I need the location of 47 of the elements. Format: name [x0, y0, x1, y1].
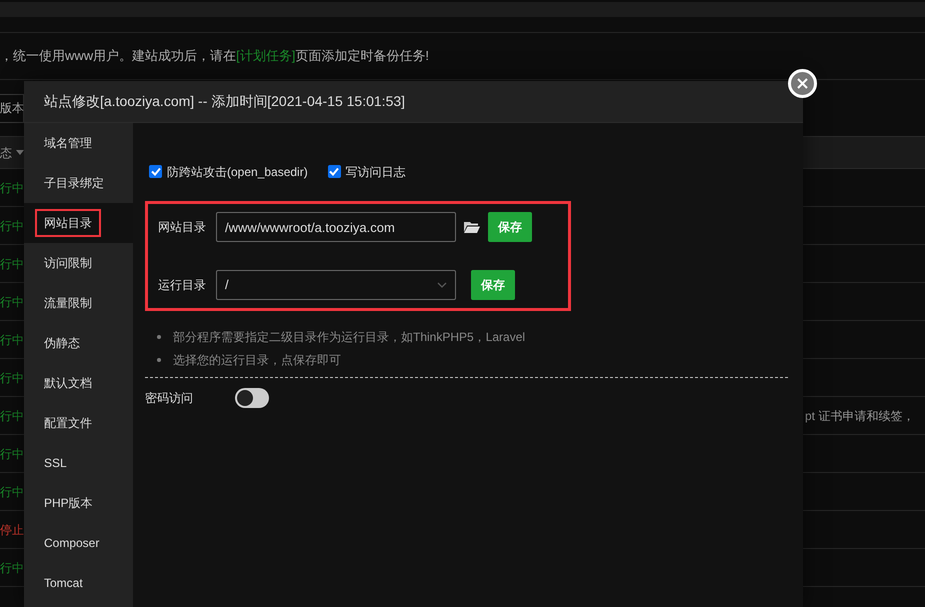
- chevron-icon: [437, 282, 447, 288]
- sidebar-item[interactable]: 配置文件: [24, 403, 133, 443]
- status-text: 停止: [0, 522, 24, 538]
- checkbox-label: 写访问日志: [346, 164, 406, 180]
- toggle-label: 密码访问: [145, 390, 193, 407]
- status-text: 行中: [0, 218, 24, 234]
- sidebar-item[interactable]: 伪静态: [24, 323, 133, 363]
- bullet-icon: [157, 358, 161, 362]
- sidebar-item[interactable]: 流量限制: [24, 283, 133, 323]
- note-text: 部分程序需要指定二级目录作为运行目录，如ThinkPHP5，Laravel: [173, 328, 526, 346]
- sidebar-item[interactable]: PHP版本: [24, 483, 133, 523]
- path-input[interactable]: /www/wwwroot/a.tooziya.com: [216, 212, 456, 242]
- status-text: 行中: [0, 560, 24, 576]
- sidebar-item[interactable]: SSL: [24, 443, 133, 483]
- dialog-title: 站点修改[a.tooziya.com] -- 添加时间[2021-04-15 15:01:53]: [44, 92, 406, 111]
- schedule-link[interactable]: [计划任务]: [236, 48, 296, 64]
- status-text: 行中: [0, 370, 24, 386]
- status-column-header: 态: [0, 144, 12, 162]
- status-text: 行中: [0, 484, 24, 500]
- checkbox[interactable]: [328, 165, 341, 178]
- field-label: 网站目录: [158, 219, 207, 236]
- checkbox[interactable]: [149, 165, 162, 178]
- table-cell-text: pt 证书申请和续签，: [805, 408, 914, 424]
- run-directory-select[interactable]: /: [216, 270, 456, 300]
- sidebar-item[interactable]: Tomcat: [24, 563, 133, 603]
- note-text: 选择您的运行目录，点保存即可: [173, 352, 341, 368]
- status-text: 行中: [0, 180, 24, 196]
- checkbox-label: 防跨站攻击(open_basedir): [167, 164, 308, 180]
- sidebar-item[interactable]: Composer: [24, 523, 133, 563]
- close-button[interactable]: [788, 69, 817, 98]
- bullet-icon: [157, 334, 161, 338]
- sidebar-item[interactable]: 域名管理: [24, 123, 133, 163]
- status-text: 行中: [0, 446, 24, 462]
- status-text: 行中: [0, 294, 24, 310]
- sidebar-item[interactable]: 默认文档: [24, 363, 133, 403]
- sidebar-item[interactable]: 网站目录: [24, 203, 133, 243]
- toggle-switch[interactable]: [235, 388, 269, 408]
- sidebar-item[interactable]: 访问限制: [24, 243, 133, 283]
- notice-text: ，统一使用www用户。建站成功后，请在[计划任务]页面添加定时备份任务!: [0, 47, 430, 66]
- field-label: 运行目录: [158, 277, 207, 294]
- status-text: 行中: [0, 332, 24, 348]
- version-button[interactable]: 版本: [0, 94, 24, 122]
- status-text: 行中: [0, 408, 24, 424]
- close-icon: [797, 78, 808, 89]
- folder-icon[interactable]: [464, 221, 480, 233]
- status-text: 行中: [0, 256, 24, 272]
- sidebar-item[interactable]: 子目录绑定: [24, 163, 133, 203]
